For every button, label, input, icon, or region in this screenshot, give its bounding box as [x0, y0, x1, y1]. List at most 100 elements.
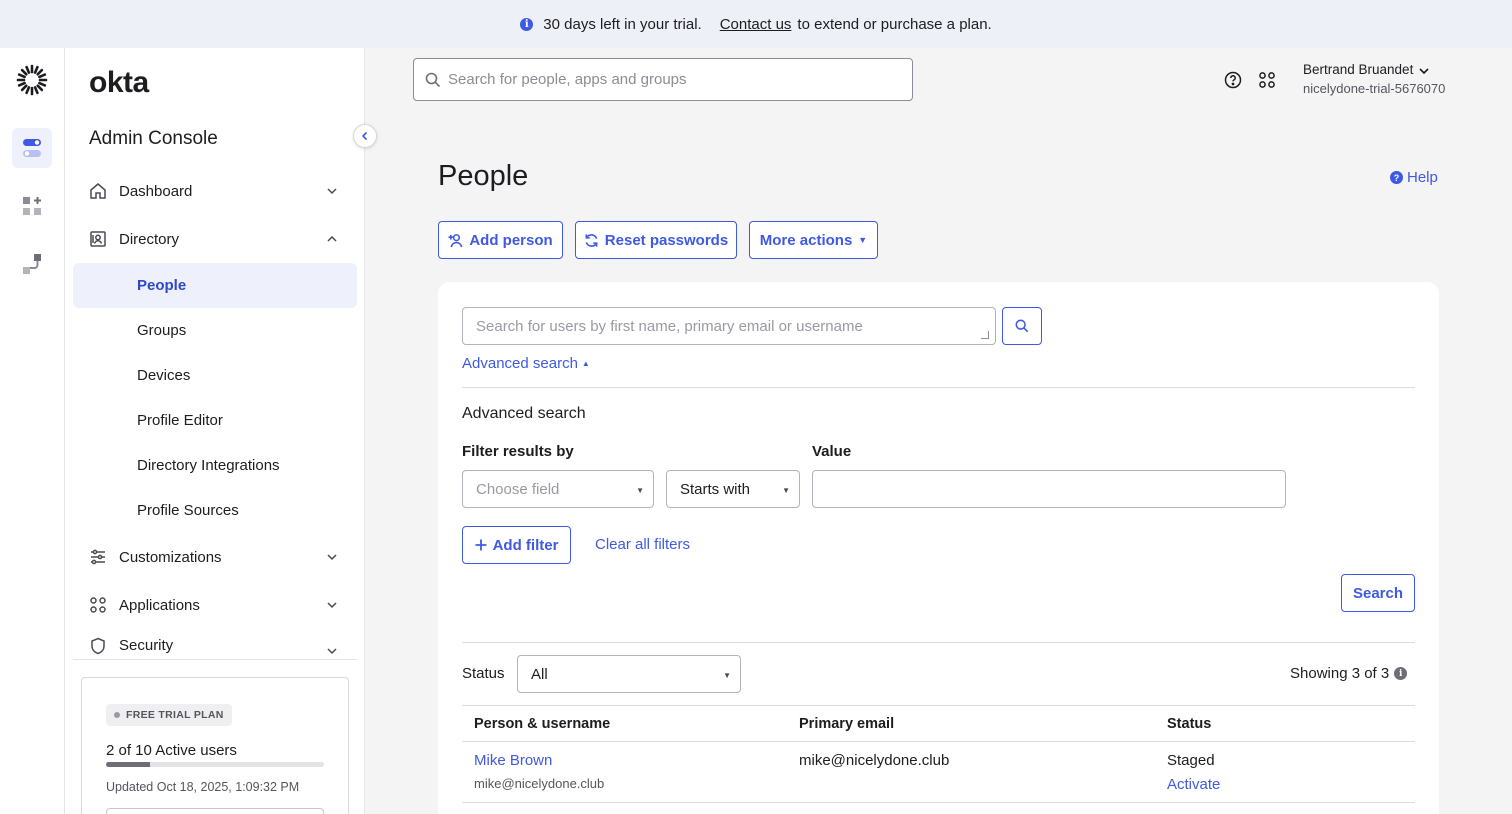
active-users-count: 2 of 10 Active users — [106, 742, 237, 759]
apps-grid-icon — [89, 596, 107, 614]
search-icon — [1015, 319, 1029, 333]
sliders-icon — [89, 548, 107, 566]
column-header-status[interactable]: Status — [1167, 716, 1211, 732]
caret-down-icon: ▼ — [636, 486, 644, 495]
page-title: People — [438, 160, 529, 192]
question-icon: ? — [1390, 171, 1403, 184]
add-person-button[interactable]: Add person — [438, 221, 563, 259]
trial-plan-card: FREE TRIAL PLAN 2 of 10 Active users Upd… — [81, 677, 349, 814]
contact-us-link[interactable]: Contact us — [720, 16, 792, 33]
sidebar-scroll-divider — [73, 659, 357, 660]
info-icon[interactable]: i — [1394, 667, 1408, 680]
advanced-search-toggle[interactable]: Advanced search ▲ — [462, 355, 590, 372]
sidebar-item-label: Directory — [119, 230, 180, 248]
sidebar: okta Admin Console Dashboard Directory P… — [65, 48, 365, 814]
sidebar-item-dashboard[interactable]: Dashboard — [73, 169, 357, 213]
divider — [462, 642, 1415, 643]
sidebar-item-applications[interactable]: Applications — [73, 583, 357, 627]
global-search-input[interactable] — [448, 71, 888, 88]
operator-select[interactable]: Starts with ▼ — [666, 470, 800, 508]
admin-console-title: Admin Console — [89, 128, 218, 149]
app-rail — [0, 48, 65, 814]
toggle-switch-icon — [23, 139, 41, 157]
person-username: mike@nicelydone.club — [474, 776, 605, 791]
trial-card-button[interactable] — [106, 808, 324, 814]
add-filter-button[interactable]: Add filter — [462, 526, 571, 564]
resize-handle-icon[interactable] — [981, 331, 989, 339]
activate-link[interactable]: Activate — [1167, 776, 1220, 793]
advanced-search-title: Advanced search — [462, 405, 586, 422]
apps-grid-icon[interactable] — [1257, 70, 1277, 90]
help-circle-icon[interactable] — [1223, 70, 1243, 90]
rail-workflow-button[interactable] — [12, 244, 52, 284]
caret-up-icon: ▲ — [581, 359, 590, 368]
person-name-link[interactable]: Mike Brown — [474, 752, 552, 769]
search-button[interactable]: Search — [1341, 574, 1415, 612]
chevron-down-icon — [327, 554, 337, 561]
search-icon — [425, 72, 441, 88]
trial-banner: i 30 days left in your trial. Contact us… — [0, 0, 1512, 48]
user-search-button[interactable] — [1002, 307, 1042, 345]
help-link[interactable]: ? Help — [1390, 169, 1438, 186]
collapse-sidebar-button[interactable] — [353, 124, 377, 148]
trial-plan-badge: FREE TRIAL PLAN — [106, 704, 232, 726]
chevron-down-icon — [327, 188, 337, 195]
filter-results-label: Filter results by — [462, 443, 574, 460]
column-header-email[interactable]: Primary email — [799, 716, 894, 732]
caret-down-icon: ▼ — [782, 486, 790, 495]
trial-updated-timestamp: Updated Oct 18, 2025, 1:09:32 PM — [106, 780, 300, 794]
caret-down-icon: ▼ — [723, 671, 731, 680]
sidebar-item-label: Security — [119, 637, 174, 654]
grid-plus-icon — [23, 197, 41, 215]
global-search-field[interactable] — [413, 58, 913, 101]
table-row-border — [462, 802, 1415, 803]
plus-icon — [475, 539, 487, 551]
sidebar-item-security[interactable]: Security — [73, 631, 357, 661]
chevron-down-icon — [327, 648, 337, 655]
refresh-icon — [585, 233, 598, 247]
divider — [462, 387, 1415, 388]
person-email: mike@nicelydone.club — [799, 752, 950, 769]
sidebar-item-profile-editor[interactable]: Profile Editor — [73, 398, 357, 443]
filter-value-input[interactable] — [812, 470, 1286, 508]
rail-add-apps-button[interactable] — [12, 186, 52, 226]
caret-down-icon: ▼ — [858, 235, 868, 245]
reset-passwords-button[interactable]: Reset passwords — [575, 221, 737, 259]
okta-sunburst-logo-icon[interactable] — [15, 63, 49, 97]
user-org-name: nicelydone-trial-5676070 — [1303, 81, 1446, 96]
sidebar-item-people[interactable]: People — [73, 263, 357, 308]
more-actions-button[interactable]: More actions ▼ — [749, 221, 878, 259]
user-search-input[interactable] — [476, 317, 982, 335]
status-filter-select[interactable]: All ▼ — [517, 655, 741, 693]
home-icon — [89, 182, 107, 200]
choose-field-select[interactable]: Choose field ▼ — [462, 470, 654, 508]
sidebar-item-directory-integrations[interactable]: Directory Integrations — [73, 443, 357, 488]
clear-all-filters-link[interactable]: Clear all filters — [595, 536, 690, 553]
user-menu-name[interactable]: Bertrand Bruandet — [1303, 62, 1413, 77]
add-user-icon — [448, 233, 463, 247]
trial-message: 30 days left in your trial. — [543, 15, 702, 33]
chevron-up-icon — [327, 235, 337, 242]
sidebar-item-profile-sources[interactable]: Profile Sources — [73, 488, 357, 533]
shield-icon — [89, 637, 107, 655]
user-search-field[interactable] — [462, 307, 996, 345]
chevron-down-icon[interactable] — [1418, 65, 1430, 77]
chevron-left-icon — [361, 131, 368, 141]
okta-wordmark-logo[interactable]: okta — [89, 66, 149, 100]
sidebar-item-customizations[interactable]: Customizations — [73, 535, 357, 579]
directory-icon — [89, 230, 107, 248]
column-header-person[interactable]: Person & username — [474, 716, 610, 732]
info-icon: i — [520, 17, 534, 31]
sidebar-item-label: Customizations — [119, 548, 222, 566]
results-count: Showing 3 of 3 i — [1290, 665, 1408, 682]
sidebar-item-groups[interactable]: Groups — [73, 308, 357, 353]
rail-admin-toggle-button[interactable] — [12, 128, 52, 168]
person-status: Staged — [1167, 752, 1215, 769]
workflow-icon — [23, 254, 41, 274]
sidebar-item-devices[interactable]: Devices — [73, 353, 357, 398]
sidebar-item-directory[interactable]: Directory — [73, 217, 357, 261]
sidebar-item-label: Dashboard — [119, 182, 193, 200]
status-filter-label: Status — [462, 665, 505, 682]
value-label: Value — [812, 443, 852, 460]
sidebar-item-label: Applications — [119, 596, 200, 614]
